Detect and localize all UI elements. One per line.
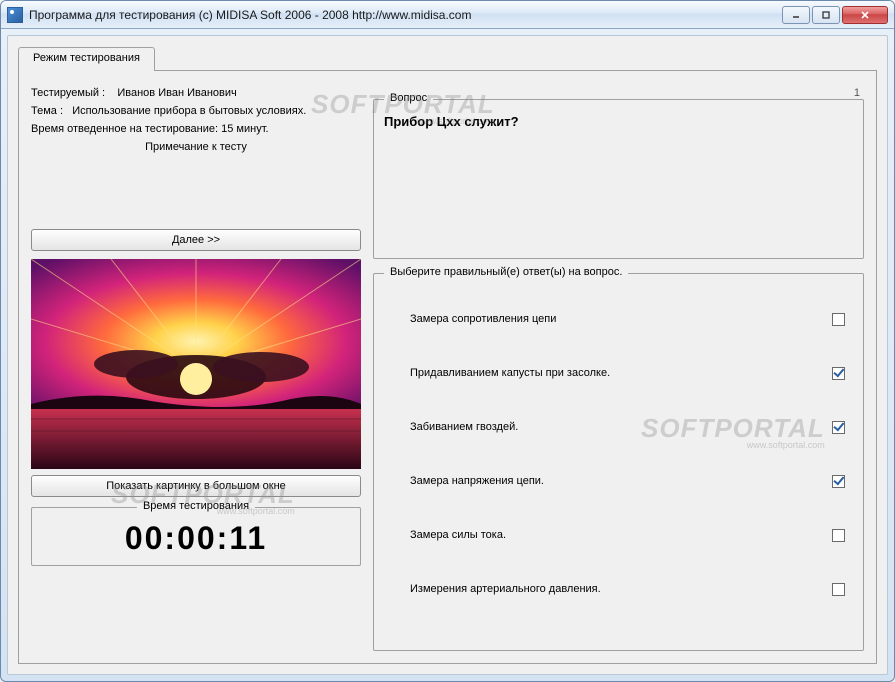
answers-list: Замера сопротивления цепи Придавливанием …	[388, 292, 849, 616]
question-group: Вопрос Прибор Цхх служит?	[373, 99, 864, 259]
left-column: Тестируемый : Иванов Иван Иванович Тема …	[31, 87, 361, 651]
answer-text: Замера напряжения цепи.	[392, 475, 832, 487]
timer-group: Время тестирования 00:00:11	[31, 507, 361, 566]
titlebar[interactable]: Программа для тестирования (c) MIDISA So…	[1, 1, 894, 29]
answers-legend: Выберите правильный(е) ответ(ы) на вопро…	[384, 266, 628, 278]
topic-row: Тема : Использование прибора в бытовых у…	[31, 105, 361, 117]
test-note: Примечание к тесту	[31, 141, 361, 153]
question-number: 1	[373, 87, 864, 99]
sunset-image	[31, 259, 361, 469]
answer-text: Придавливанием капусты при засолке.	[392, 367, 832, 379]
topic-value: Использование прибора в бытовых условиях…	[72, 105, 306, 117]
minimize-button[interactable]	[782, 6, 810, 24]
tabpage: Тестируемый : Иванов Иван Иванович Тема …	[18, 70, 877, 664]
tabstrip: Режим тестирования	[18, 46, 877, 70]
app-icon	[7, 7, 23, 23]
answer-checkbox[interactable]	[832, 529, 845, 542]
timer-legend: Время тестирования	[137, 500, 255, 512]
answer-text: Замера сопротивления цепи	[392, 313, 832, 325]
answer-row: Забиванием гвоздей.	[388, 400, 849, 454]
window-controls	[782, 6, 888, 24]
time-allotted: Время отведенное на тестирование: 15 мин…	[31, 123, 361, 135]
app-window: Программа для тестирования (c) MIDISA So…	[0, 0, 895, 682]
question-legend: Вопрос	[384, 92, 433, 104]
topic-label: Тема :	[31, 105, 63, 117]
question-image	[31, 259, 361, 469]
testee-label: Тестируемый :	[31, 87, 105, 99]
answer-checkbox[interactable]	[832, 367, 845, 380]
answer-row: Придавливанием капусты при засолке.	[388, 346, 849, 400]
answer-checkbox[interactable]	[832, 475, 845, 488]
right-column: 1 Вопрос Прибор Цхх служит? Выберите пра…	[373, 87, 864, 651]
answer-row: Замера силы тока.	[388, 508, 849, 562]
timer-value: 00:00:11	[40, 520, 352, 557]
next-button[interactable]: Далее >>	[31, 229, 361, 251]
answer-text: Измерения артериального давления.	[392, 583, 832, 595]
question-text: Прибор Цхх служит?	[384, 114, 853, 129]
client-area: Режим тестирования Тестируемый : Иванов …	[7, 35, 888, 675]
answer-row: Замера напряжения цепи.	[388, 454, 849, 508]
close-icon	[860, 10, 870, 20]
minimize-icon	[791, 10, 801, 20]
testee-row: Тестируемый : Иванов Иван Иванович	[31, 87, 361, 99]
show-image-button[interactable]: Показать картинку в большом окне	[31, 475, 361, 497]
answer-row: Измерения артериального давления.	[388, 562, 849, 616]
answer-text: Замера силы тока.	[392, 529, 832, 541]
testee-value: Иванов Иван Иванович	[117, 87, 236, 99]
answers-group: Выберите правильный(е) ответ(ы) на вопро…	[373, 273, 864, 651]
answer-checkbox[interactable]	[832, 421, 845, 434]
close-button[interactable]	[842, 6, 888, 24]
answer-checkbox[interactable]	[832, 583, 845, 596]
answer-checkbox[interactable]	[832, 313, 845, 326]
answer-text: Забиванием гвоздей.	[392, 421, 832, 433]
maximize-icon	[821, 10, 831, 20]
info-block: Тестируемый : Иванов Иван Иванович Тема …	[31, 87, 361, 173]
window-title: Программа для тестирования (c) MIDISA So…	[29, 8, 782, 22]
tab-test-mode[interactable]: Режим тестирования	[18, 47, 155, 71]
answer-row: Замера сопротивления цепи	[388, 292, 849, 346]
maximize-button[interactable]	[812, 6, 840, 24]
